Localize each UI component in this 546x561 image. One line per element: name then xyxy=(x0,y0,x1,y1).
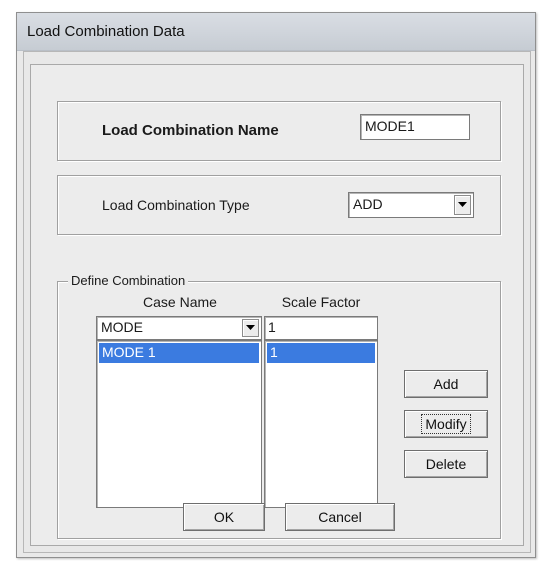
combination-name-input[interactable]: MODE1 xyxy=(360,114,470,140)
type-box: Load Combination Type ADD xyxy=(57,175,501,235)
case-name-header: Case Name xyxy=(143,294,217,310)
name-box: Load Combination Name MODE1 xyxy=(57,101,501,161)
scale-factor-input[interactable]: 1 xyxy=(264,316,378,340)
title-bar[interactable]: Load Combination Data xyxy=(17,13,535,51)
cancel-button[interactable]: Cancel xyxy=(285,503,395,531)
dialog-panel: Load Combination Name MODE1 Load Combina… xyxy=(30,64,524,546)
scale-factor-header: Scale Factor xyxy=(281,294,361,310)
chevron-down-icon[interactable] xyxy=(454,195,471,215)
case-name-dropdown[interactable]: MODE xyxy=(96,316,262,340)
case-name-value: MODE xyxy=(101,319,143,335)
ok-button[interactable]: OK xyxy=(183,503,265,531)
case-name-list[interactable]: MODE 1 xyxy=(96,340,262,508)
case-name-cell: MODE 1 xyxy=(102,344,156,360)
combination-type-label: Load Combination Type xyxy=(102,197,250,213)
define-combination-title: Define Combination xyxy=(68,273,189,288)
load-combination-dialog: Load Combination Data Load Combination N… xyxy=(16,12,536,558)
combination-name-label: Load Combination Name xyxy=(102,122,279,139)
modify-button-label: Modify xyxy=(421,414,471,434)
dialog-frame: Load Combination Name MODE1 Load Combina… xyxy=(23,51,531,553)
list-item[interactable]: 1 xyxy=(267,343,375,363)
combination-type-dropdown[interactable]: ADD xyxy=(348,192,474,218)
list-item[interactable]: MODE 1 xyxy=(99,343,259,363)
delete-button[interactable]: Delete xyxy=(404,450,488,478)
combination-type-value: ADD xyxy=(353,196,383,212)
window-title: Load Combination Data xyxy=(27,23,185,40)
define-combination-group: Define Combination Case Name Scale Facto… xyxy=(57,273,501,539)
scale-factor-list[interactable]: 1 xyxy=(264,340,378,508)
add-button[interactable]: Add xyxy=(404,370,488,398)
scale-factor-cell: 1 xyxy=(270,344,278,360)
modify-button[interactable]: Modify xyxy=(404,410,488,438)
chevron-down-icon[interactable] xyxy=(242,319,259,337)
